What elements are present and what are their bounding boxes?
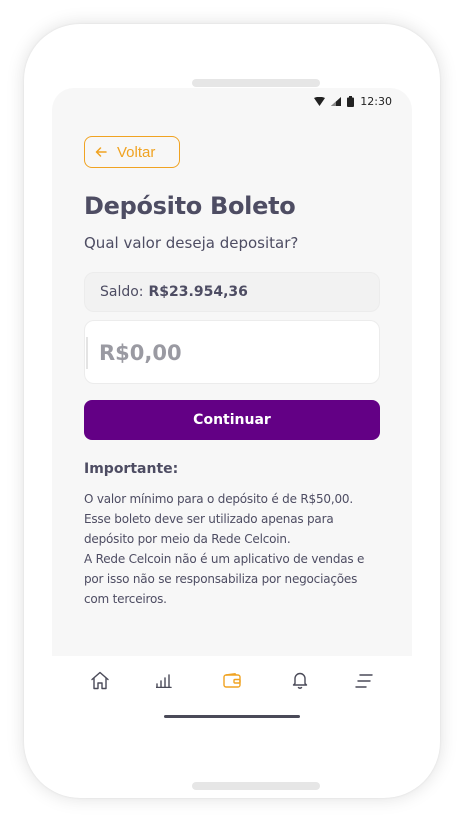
nav-home[interactable] <box>88 670 112 694</box>
input-caret <box>86 337 88 369</box>
bottom-nav <box>52 656 412 738</box>
back-button[interactable]: Voltar <box>84 136 180 168</box>
phone-speaker <box>192 79 320 87</box>
status-bar: 12:30 <box>314 94 392 108</box>
arrow-left-icon <box>95 144 107 161</box>
bell-icon <box>292 671 308 693</box>
battery-icon <box>347 95 355 107</box>
nav-chart[interactable] <box>152 670 176 694</box>
nav-menu[interactable] <box>352 670 376 694</box>
important-line: por isso não se responsabiliza por negoc… <box>84 572 358 586</box>
important-line: O valor mínimo para o depósito é de R$50… <box>84 492 353 506</box>
home-icon <box>90 671 110 694</box>
important-text: O valor mínimo para o depósito é de R$50… <box>84 489 384 609</box>
cell-signal-icon <box>331 96 342 106</box>
important-line: A Rede Celcoin não é um aplicativo de ve… <box>84 552 365 566</box>
page-title: Depósito Boleto <box>84 192 296 220</box>
page-question: Qual valor deseja depositar? <box>84 234 299 252</box>
balance-label: Saldo: <box>100 284 144 300</box>
menu-icon <box>355 673 373 692</box>
amount-field[interactable] <box>84 320 380 384</box>
wifi-icon <box>314 96 326 106</box>
balance-value: R$23.954,36 <box>148 284 248 300</box>
phone-home-bar <box>192 782 320 790</box>
status-time: 12:30 <box>360 94 392 108</box>
important-title: Importante: <box>84 461 179 477</box>
wallet-icon <box>223 672 241 692</box>
nav-wallet[interactable] <box>220 670 244 694</box>
important-line: Esse boleto deve ser utilizado apenas pa… <box>84 512 334 526</box>
important-line: depósito por meio da Rede Celcoin. <box>84 532 291 546</box>
balance-box: Saldo: R$23.954,36 <box>84 272 380 312</box>
amount-input[interactable] <box>99 335 359 371</box>
chart-icon <box>155 673 172 692</box>
back-button-label: Voltar <box>117 143 156 161</box>
nav-notifications[interactable] <box>288 670 312 694</box>
important-line: com terceiros. <box>84 592 167 606</box>
home-indicator[interactable] <box>164 715 300 718</box>
continue-button[interactable]: Continuar <box>84 400 380 440</box>
app-screen: 12:30 Voltar Depósito Boleto Qual valor … <box>52 88 412 738</box>
